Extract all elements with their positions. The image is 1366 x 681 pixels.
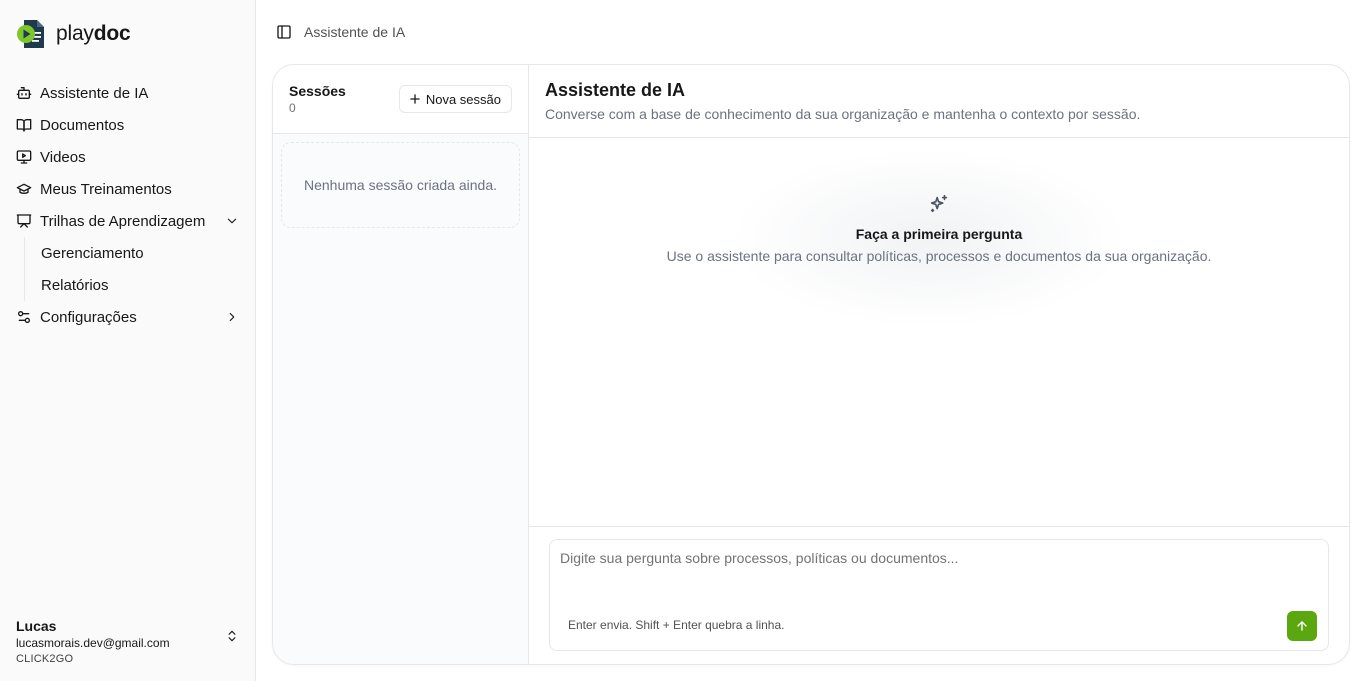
chat-messages: Faça a primeira pergunta Use o assistent… [529,138,1349,526]
user-email: lucasmorais.dev@gmail.com [16,636,170,650]
sparkles-icon [927,192,951,216]
composer: Enter envia. Shift + Enter quebra a linh… [549,539,1329,651]
sidebar-nav: Assistente de IA Documentos Videos Meus … [8,77,248,333]
presentation-icon [16,213,32,229]
empty-state-title: Faça a primeira pergunta [855,226,1023,242]
settings-sliders-icon [16,309,32,325]
sidebar-subnav-trilhas: Gerenciamento Relatórios [24,237,248,301]
chevron-right-icon[interactable] [224,309,240,325]
sidebar-item-videos[interactable]: Videos [8,141,248,173]
sidebar: playdoc Assistente de IA Documentos Vide… [0,0,256,681]
sidebar-item-label: Trilhas de Aprendizagem [40,212,206,230]
topbar: Assistente de IA [256,0,1366,64]
breadcrumb: Assistente de IA [304,24,406,40]
graduation-cap-icon [16,181,32,197]
chevrons-up-down-icon[interactable] [224,628,240,644]
sidebar-item-documentos[interactable]: Documentos [8,109,248,141]
sidebar-item-gerenciamento[interactable]: Gerenciamento [33,237,248,269]
composer-hint: Enter envia. Shift + Enter quebra a linh… [568,618,785,632]
sidebar-item-relatorios[interactable]: Relatórios [33,269,248,301]
empty-state-subtitle: Use o assistente para consultar política… [666,248,1212,264]
chat-subtitle: Converse com a base de conhecimento da s… [545,106,1141,122]
sidebar-item-label: Documentos [40,116,125,134]
sidebar-item-assistente[interactable]: Assistente de IA [8,77,248,109]
chevron-down-icon[interactable] [224,213,240,229]
sidebar-item-label: Meus Treinamentos [40,180,172,198]
chat-header: Assistente de IA Converse com a base de … [529,65,1349,138]
new-session-label: Nova sessão [425,91,501,107]
send-button[interactable] [1287,611,1317,641]
chat-empty-state: Faça a primeira pergunta Use o assistent… [529,192,1349,264]
sidebar-item-label: Configurações [40,308,137,326]
chat-title: Assistente de IA [545,80,686,100]
user-org: CLICK2GO [16,653,74,665]
plus-icon [408,92,422,106]
main-content: Assistente de IA Sessões 0 Nova sessão N… [256,0,1366,681]
brand-name: playdoc [56,22,131,45]
bot-icon [16,85,32,101]
book-open-icon [16,117,32,133]
sidebar-item-label: Videos [40,148,86,166]
sidebar-item-trilhas[interactable]: Trilhas de Aprendizagem [8,205,248,237]
sidebar-item-configuracoes[interactable]: Configurações [8,301,248,333]
sessions-empty-state: Nenhuma sessão criada ainda. [281,142,520,228]
brand[interactable]: playdoc [16,18,131,50]
sidebar-item-label: Relatórios [41,276,109,294]
monitor-play-icon [16,149,32,165]
sessions-header: Sessões 0 Nova sessão [273,65,528,134]
sidebar-item-label: Assistente de IA [40,84,149,102]
playdoc-logo-icon [16,18,48,50]
user-name: Lucas [16,618,57,634]
sessions-panel: Sessões 0 Nova sessão Nenhuma sessão cri… [273,65,529,664]
sidebar-toggle-icon[interactable] [274,22,294,42]
app-root: playdoc Assistente de IA Documentos Vide… [0,0,1366,681]
assistant-panel: Sessões 0 Nova sessão Nenhuma sessão cri… [272,64,1350,665]
composer-area: Enter envia. Shift + Enter quebra a linh… [529,526,1349,664]
user-menu[interactable]: Lucas lucasmorais.dev@gmail.com CLICK2GO [16,618,240,665]
chat-panel: Assistente de IA Converse com a base de … [529,65,1349,664]
sidebar-item-label: Gerenciamento [41,244,144,262]
arrow-up-icon [1295,619,1309,633]
new-session-button[interactable]: Nova sessão [398,85,512,113]
question-input[interactable] [550,540,1328,600]
sidebar-item-treinamentos[interactable]: Meus Treinamentos [8,173,248,205]
